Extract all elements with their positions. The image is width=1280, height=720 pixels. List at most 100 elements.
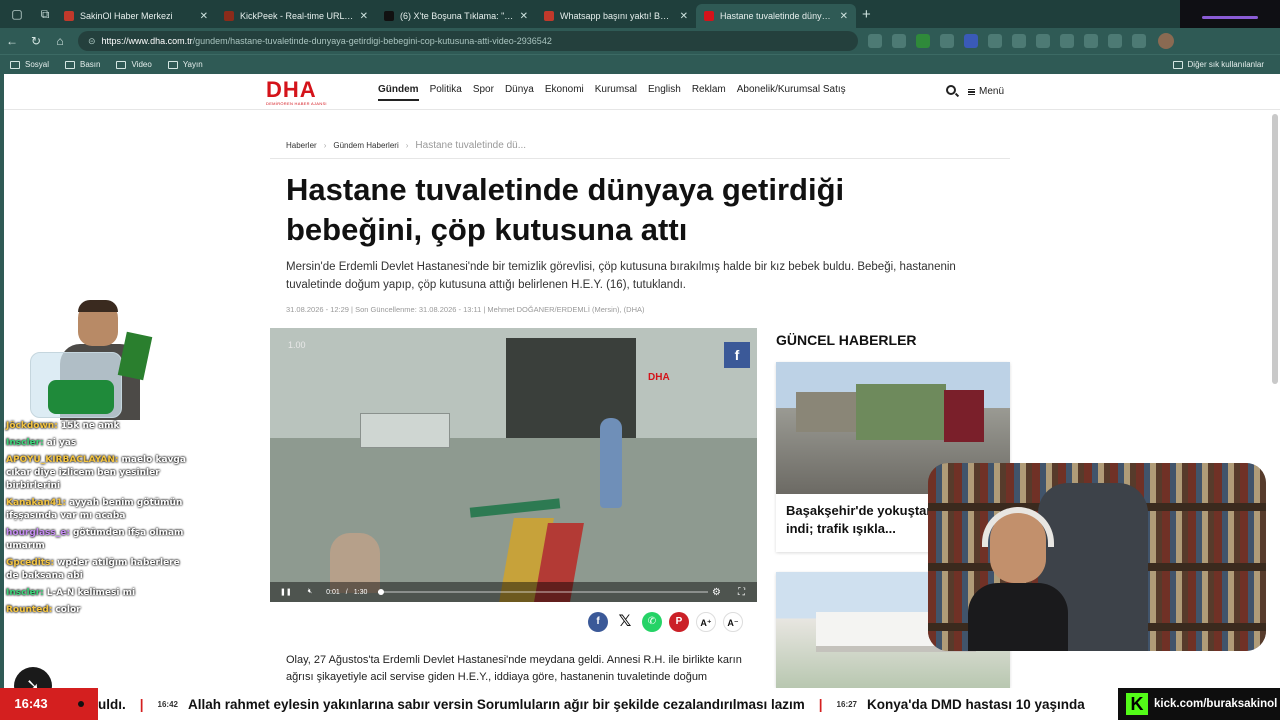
folder-icon xyxy=(65,60,76,69)
main-nav: Gündem Politika Spor Dünya Ekonomi Kurum… xyxy=(378,84,857,101)
page-scrollbar[interactable] xyxy=(1272,114,1278,384)
progress-knob[interactable] xyxy=(378,589,385,595)
favorite-star-icon[interactable] xyxy=(892,34,906,48)
webcam-person xyxy=(968,503,1068,651)
new-tab-button[interactable]: + xyxy=(862,6,871,23)
webcam-overlay xyxy=(928,463,1266,651)
search-icon[interactable] xyxy=(946,85,956,95)
tab-actions-icon[interactable]: ⧉ xyxy=(34,3,56,25)
favorites-icon[interactable] xyxy=(1084,34,1098,48)
kick-channel: K kick.com/buraksakinol xyxy=(1118,688,1280,720)
video-progress-bar[interactable] xyxy=(378,589,708,595)
favicon xyxy=(224,11,234,21)
article-body: Olay, 27 Ağustos'ta Erdemli Devlet Hasta… xyxy=(286,654,742,683)
bookmark-folder-video[interactable]: Video xyxy=(116,60,152,69)
favicon xyxy=(544,11,554,21)
split-screen-icon[interactable] xyxy=(1060,34,1074,48)
site-header: DHA DEMİRÖREN HABER AJANSI Gündem Politi… xyxy=(0,74,1280,110)
chat-message: hourglass_e: götümden ifşa olmam umarım xyxy=(6,527,186,553)
nav-english[interactable]: English xyxy=(648,84,681,101)
url-host: https://www.dha.com.tr xyxy=(101,36,193,46)
url-field[interactable]: ⊝ https://www.dha.com.tr/gundem/hastane-… xyxy=(78,31,858,51)
video-timestamp: 1.00 xyxy=(288,340,306,350)
current-time: 0:01 xyxy=(326,588,340,596)
whatsapp-icon[interactable]: ✆ xyxy=(642,612,662,632)
menu-button[interactable]: Menü xyxy=(968,86,1004,97)
video-frame-person xyxy=(600,418,622,508)
tab-x[interactable]: (6) X'te Boşuna Tıklama: "İstanbul'... ✕ xyxy=(376,4,536,28)
tab-title: SakinOl Haber Merkezi xyxy=(80,11,173,21)
tab-kickpeek[interactable]: KickPeek - Real-time URL Crawler ✕ xyxy=(216,4,376,28)
chat-message: Inscler: L-A-N kelimesi mi xyxy=(6,587,186,600)
url-lock-icon: ⊝ xyxy=(88,35,96,46)
article-meta: 31.08.2026 - 12:29 | Son Güncellenme: 31… xyxy=(286,305,645,314)
pause-icon[interactable]: ❚❚ xyxy=(280,588,292,596)
settings-gear-icon[interactable]: ⚙ xyxy=(712,587,721,598)
extension-icon[interactable] xyxy=(940,34,954,48)
reader-icon[interactable] xyxy=(868,34,882,48)
nav-reklam[interactable]: Reklam xyxy=(692,84,726,101)
chat-message: Gpcedits: wpder atılğım haberlere de baks… xyxy=(6,557,186,583)
x-icon[interactable]: 𝕏 xyxy=(615,612,635,632)
tab-whatsapp-news[interactable]: Whatsapp başını yaktı! Bakırköy'de... ✕ xyxy=(536,4,696,28)
fullscreen-icon[interactable]: ⛶ xyxy=(738,587,745,598)
bookmark-folder-basin[interactable]: Basın xyxy=(65,60,100,69)
font-increase-icon[interactable]: A⁺ xyxy=(696,612,716,632)
tab-dha-active[interactable]: Hastane tuvaletinde dünyaya getird... ✕ xyxy=(696,4,856,28)
window-menu-icon[interactable]: ▢ xyxy=(6,3,28,25)
nav-politika[interactable]: Politika xyxy=(430,84,462,101)
nav-spor[interactable]: Spor xyxy=(473,84,494,101)
extension-icon[interactable] xyxy=(1012,34,1026,48)
ticker-item-text: Allah rahmet eylesin yakınlarına sabır v… xyxy=(188,696,805,712)
breadcrumb-current: Hastane tuvaletinde dü... xyxy=(415,140,527,151)
person-shirt xyxy=(968,583,1068,651)
facebook-icon[interactable]: f xyxy=(588,612,608,632)
chat-username: Jöckdown: xyxy=(6,421,58,431)
nav-kurumsal[interactable]: Kurumsal xyxy=(595,84,637,101)
facebook-share-button[interactable]: f xyxy=(724,342,750,368)
hamburger-icon xyxy=(968,88,975,95)
back-icon[interactable]: ← xyxy=(0,34,24,48)
folder-icon xyxy=(1172,60,1183,69)
font-decrease-icon[interactable]: A⁻ xyxy=(723,612,743,632)
dha-logo[interactable]: DHA DEMİRÖREN HABER AJANSI xyxy=(266,79,346,107)
mute-icon[interactable]: 🔇︎ xyxy=(308,588,312,596)
close-icon[interactable]: ✕ xyxy=(200,11,208,22)
home-icon[interactable]: ⌂ xyxy=(48,34,72,48)
favicon xyxy=(64,11,74,21)
ticker-item-time: 16:42 xyxy=(157,699,178,709)
pinterest-icon[interactable]: P xyxy=(669,612,689,632)
profile-avatar[interactable] xyxy=(1158,33,1174,49)
bookmark-folder-yayin[interactable]: Yayın xyxy=(167,60,203,69)
nav-abonelik[interactable]: Abonelik/Kurumsal Satış xyxy=(737,84,846,101)
chat-text: L-A-N kelimesi mi xyxy=(46,588,136,598)
tab-title: KickPeek - Real-time URL Crawler xyxy=(240,11,354,21)
close-icon[interactable]: ✕ xyxy=(840,11,848,22)
screenshot-icon[interactable] xyxy=(1132,34,1146,48)
chat-username: Kanakan41: xyxy=(6,498,67,508)
close-icon[interactable]: ✕ xyxy=(520,11,528,22)
extension-icon[interactable] xyxy=(988,34,1002,48)
chat-text: ai yas xyxy=(46,438,77,448)
nav-gundem[interactable]: Gündem xyxy=(378,84,419,101)
nav-ekonomi[interactable]: Ekonomi xyxy=(545,84,584,101)
close-icon[interactable]: ✕ xyxy=(680,11,688,22)
extension-icon[interactable] xyxy=(964,34,978,48)
collections-icon[interactable] xyxy=(1108,34,1122,48)
other-bookmarks[interactable]: Diğer sık kullanılanlar xyxy=(1172,60,1264,69)
reload-icon[interactable]: ↻ xyxy=(24,34,48,48)
chat-username: hourglass_e: xyxy=(6,528,70,538)
chat-username: Inscler: xyxy=(6,588,44,598)
breadcrumb-haberler[interactable]: Haberler xyxy=(286,141,317,150)
bookmark-folder-sosyal[interactable]: Sosyal xyxy=(10,60,49,69)
extensions-puzzle-icon[interactable] xyxy=(1036,34,1050,48)
close-icon[interactable]: ✕ xyxy=(360,11,368,22)
bookmark-label: Sosyal xyxy=(25,60,50,69)
video-player[interactable]: 1.00 DHA f ❚❚ 🔇︎ 0:01 / 1:30 ⚙ ⛶ xyxy=(270,328,757,602)
truck-shape xyxy=(796,392,856,432)
nav-dunya[interactable]: Dünya xyxy=(505,84,534,101)
tab-sakinol[interactable]: SakinOl Haber Merkezi ✕ xyxy=(56,4,216,28)
streamer-cutout xyxy=(30,300,153,420)
extension-icon[interactable] xyxy=(916,34,930,48)
breadcrumb-gundem[interactable]: Gündem Haberleri xyxy=(333,141,398,150)
